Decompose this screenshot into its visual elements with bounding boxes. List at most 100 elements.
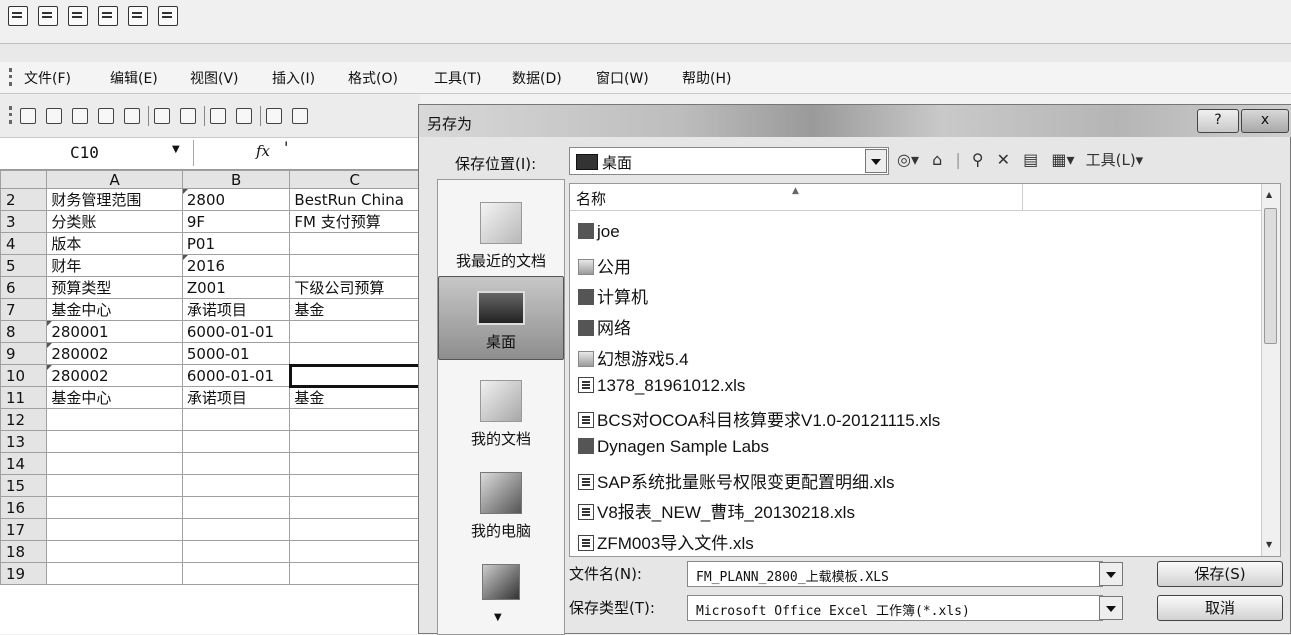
file-item[interactable]: ZFM003导入文件.xls [578, 529, 754, 554]
place-my-computer[interactable]: 我的电脑 [438, 472, 564, 541]
row-header[interactable]: 19 [0, 562, 48, 585]
cell-a[interactable]: 基金中心 [46, 298, 183, 321]
cell-c[interactable] [289, 254, 420, 277]
row-header[interactable]: 13 [0, 430, 48, 453]
file-item[interactable]: 公用 [578, 253, 631, 278]
row-header[interactable]: 16 [0, 496, 48, 519]
places-scroll-down-icon[interactable]: ▼ [494, 612, 502, 623]
row-header[interactable]: 2 [0, 188, 48, 211]
file-item[interactable]: joe [578, 222, 620, 242]
cell-a[interactable]: 预算类型 [46, 276, 183, 299]
cell-c[interactable] [289, 430, 420, 453]
filetype-dropdown-icon[interactable] [1099, 596, 1123, 620]
chevron-down-icon[interactable] [865, 149, 887, 173]
cell-b[interactable] [181, 496, 291, 519]
dialog-titlebar[interactable]: 另存为 ? x [419, 105, 1291, 137]
cell-b[interactable]: 6000-01-01 [181, 320, 291, 343]
scrollbar-thumb[interactable] [1264, 208, 1277, 344]
scroll-up-icon[interactable]: ▲ [1266, 190, 1272, 199]
export-icon[interactable] [38, 6, 58, 26]
permission-icon[interactable] [98, 108, 114, 124]
row-header[interactable]: 15 [0, 474, 48, 497]
print-icon[interactable] [154, 108, 170, 124]
name-box[interactable]: C10 [0, 140, 194, 166]
cell-a[interactable]: 280002 [46, 364, 183, 387]
place-recent[interactable]: 我最近的文档 [438, 202, 564, 271]
cell-a[interactable]: 财务管理范围 [46, 188, 183, 211]
cell-c[interactable]: 基金 [289, 386, 420, 409]
copy-icon[interactable] [292, 108, 308, 124]
toolbar-grip[interactable] [9, 106, 15, 124]
cell-a[interactable]: 280001 [46, 320, 183, 343]
search-web-icon[interactable]: ⚲ [972, 150, 984, 169]
row-header[interactable]: 10 [0, 364, 48, 387]
file-item[interactable]: Dynagen Sample Labs [578, 437, 769, 457]
file-item[interactable]: 幻想游戏5.4 [578, 345, 689, 370]
filename-dropdown-icon[interactable] [1099, 562, 1123, 586]
cell-c[interactable] [289, 474, 420, 497]
cell-c[interactable]: 下级公司预算 [289, 276, 420, 299]
column-header-c[interactable]: C [289, 170, 420, 189]
row-header[interactable]: 17 [0, 518, 48, 541]
row-header[interactable]: 5 [0, 254, 48, 277]
cell-b[interactable] [181, 430, 291, 453]
cell-c[interactable] [289, 562, 420, 585]
file-item[interactable]: V8报表_NEW_曹玮_20130218.xls [578, 498, 855, 523]
menu-help[interactable]: 帮助(H) [682, 68, 731, 88]
cell-c[interactable]: FM 支付预算 [289, 210, 420, 233]
menu-edit[interactable]: 编辑(E) [110, 68, 158, 88]
place-network[interactable] [438, 564, 564, 606]
cell-b[interactable]: 2800 [181, 188, 291, 211]
cell-b[interactable] [181, 540, 291, 563]
file-list-scrollbar[interactable]: ▲ ▼ [1261, 184, 1280, 556]
row-header[interactable]: 11 [0, 386, 48, 409]
cell-b[interactable]: 6000-01-01 [181, 364, 291, 387]
new-icon[interactable] [20, 108, 36, 124]
cut-icon[interactable] [266, 108, 282, 124]
cell-a[interactable] [46, 540, 183, 563]
menu-file[interactable]: 文件(F) [24, 68, 71, 88]
cell-a[interactable] [46, 518, 183, 541]
cell-b[interactable]: 5000-01 [181, 342, 291, 365]
location-combobox[interactable]: 桌面 [569, 147, 889, 175]
cell-b[interactable] [181, 452, 291, 475]
save-icon[interactable] [72, 108, 88, 124]
cell-c[interactable] [289, 518, 420, 541]
print-small-icon[interactable] [124, 108, 140, 124]
cell-c[interactable]: BestRun China [289, 188, 420, 211]
row-header[interactable]: 12 [0, 408, 48, 431]
row-header[interactable]: 9 [0, 342, 48, 365]
fx-icon[interactable]: fx [256, 142, 270, 160]
spelling-icon[interactable] [210, 108, 226, 124]
cell-b[interactable] [181, 474, 291, 497]
file-list[interactable]: 名称 ▲ joe 公用 计算机 网络 幻想游戏5.4 1378_81961012.xls B… [569, 183, 1281, 557]
menu-insert[interactable]: 插入(I) [272, 68, 315, 88]
tools-menu[interactable]: 工具(L)▾ [1086, 151, 1144, 169]
cell-a[interactable]: 分类账 [46, 210, 183, 233]
column-header-a[interactable]: A [46, 170, 183, 189]
save-as-icon[interactable] [8, 6, 28, 26]
cell-a[interactable] [46, 452, 183, 475]
filename-input[interactable]: FM_PLANN_2800_上载模板.XLS [687, 561, 1103, 587]
cell-c[interactable] [289, 496, 420, 519]
column-header-b[interactable]: B [181, 170, 291, 189]
cell-a[interactable] [46, 408, 183, 431]
help-button[interactable]: ? [1197, 109, 1239, 133]
menubar-grip[interactable] [9, 68, 15, 86]
formula-content[interactable]: ' [284, 138, 288, 157]
back-icon[interactable]: ◎▾ [897, 150, 919, 169]
cell-b[interactable]: P01 [181, 232, 291, 255]
share-icon[interactable] [68, 6, 88, 26]
cell-b[interactable]: 承诺项目 [181, 386, 291, 409]
cell-a[interactable]: 版本 [46, 232, 183, 255]
file-item[interactable]: 网络 [578, 314, 631, 339]
cell-b[interactable]: 9F [181, 210, 291, 233]
menu-window[interactable]: 窗口(W) [596, 68, 649, 88]
cancel-button[interactable]: 取消 [1157, 595, 1283, 621]
cell-b[interactable]: 2016 [181, 254, 291, 277]
refresh-icon[interactable] [128, 6, 148, 26]
cell-a[interactable]: 基金中心 [46, 386, 183, 409]
cell-a[interactable]: 财年 [46, 254, 183, 277]
column-divider[interactable] [1022, 184, 1023, 210]
cell-a[interactable] [46, 496, 183, 519]
